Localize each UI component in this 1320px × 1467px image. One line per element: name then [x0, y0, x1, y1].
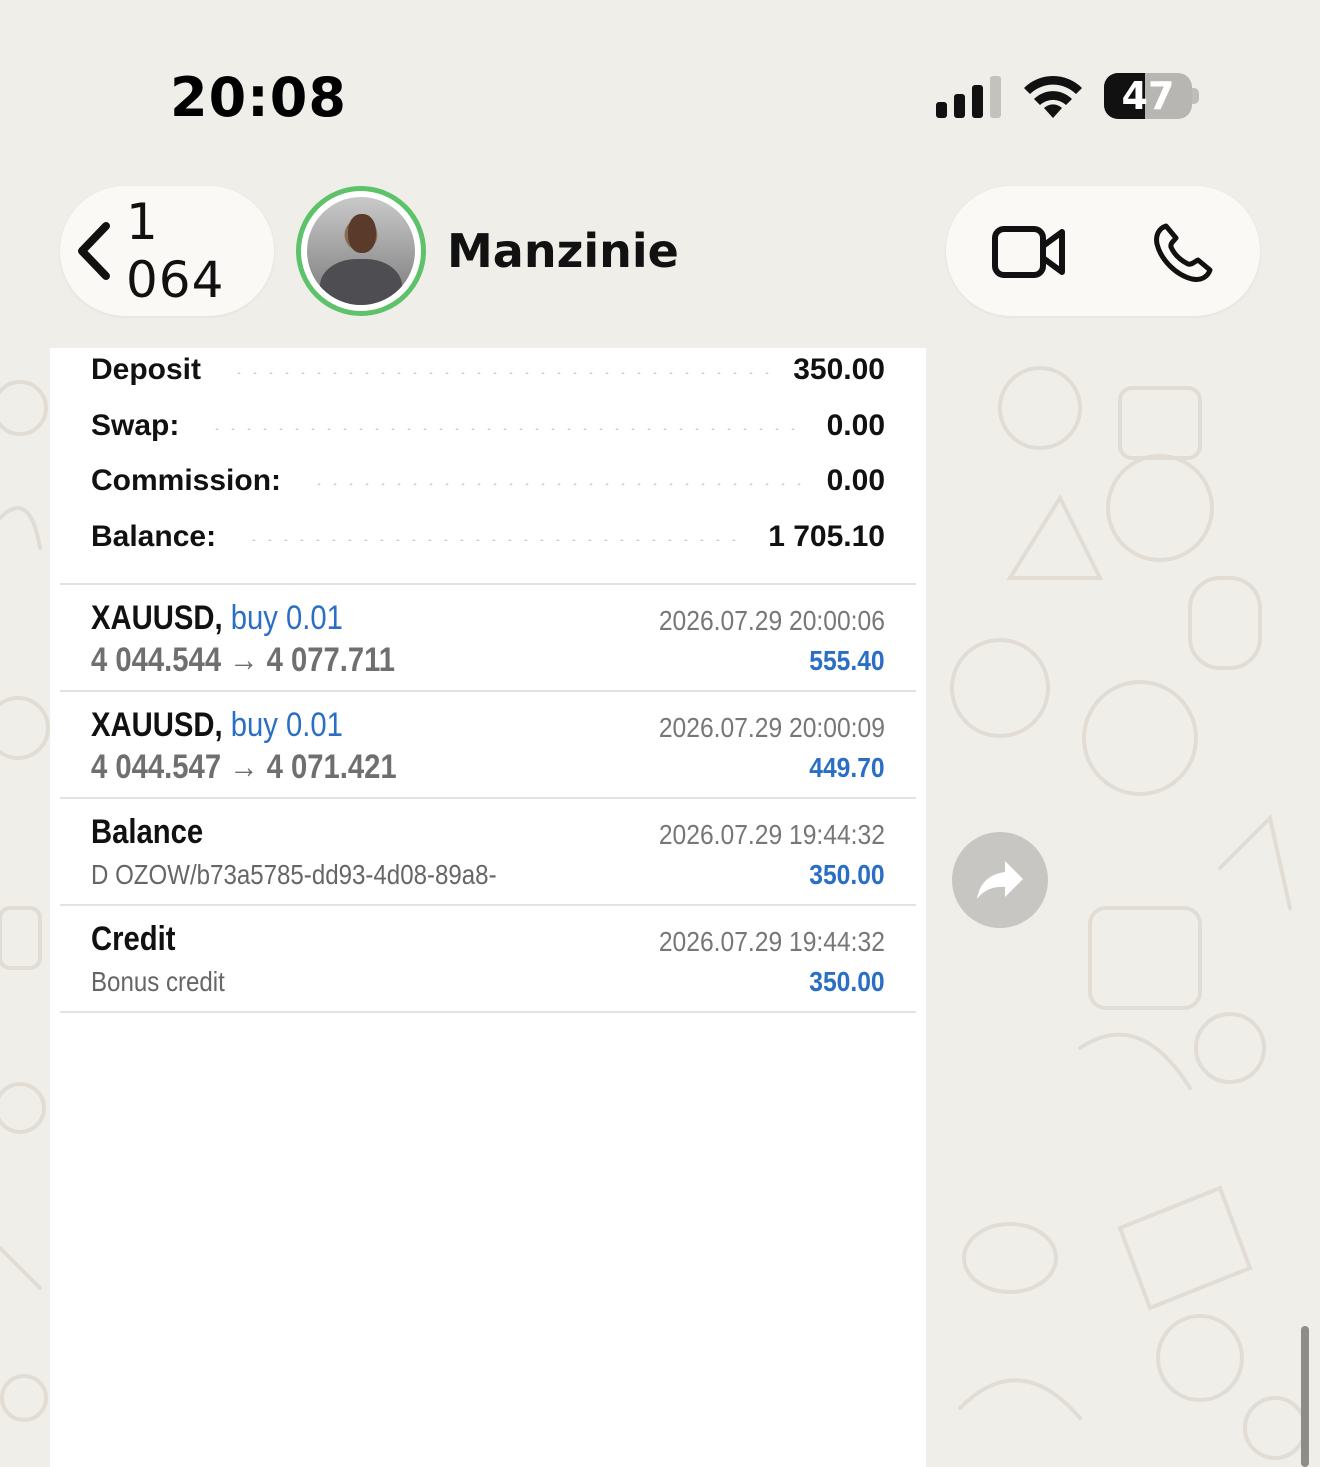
divider	[60, 1011, 916, 1013]
deal-prices: 4 044.547 → 4 071.421	[91, 748, 397, 786]
cellular-signal-icon	[936, 76, 1001, 118]
summary-value: 350.00	[793, 353, 885, 386]
back-button[interactable]: 1 064	[60, 186, 274, 316]
forward-arrow-icon	[977, 861, 1023, 899]
battery-cap	[1192, 88, 1199, 104]
call-actions	[946, 186, 1260, 316]
summary-value: 0.00	[826, 464, 885, 497]
summary-value: 1 705.10	[768, 520, 885, 553]
summary-label: Deposit	[91, 353, 202, 386]
image-message[interactable]: Deposit 350.00 Swap: 0.00 Commission: 0.…	[50, 348, 926, 1467]
deal-row: Balance D OZOW/b73a5785-dd93-4d08-89a8- …	[91, 799, 885, 906]
deal-symbol: Credit	[91, 920, 176, 958]
deal-time: 2026.07.29 19:44:32	[658, 926, 885, 957]
deal-row: XAUUSD, buy 0.01 4 044.544 → 4 077.711 2…	[91, 585, 885, 692]
deal-row: Credit Bonus credit 2026.07.29 19:44:32 …	[91, 906, 885, 1013]
deal-symbol: XAUUSD,	[91, 599, 223, 637]
deal-row: XAUUSD, buy 0.01 4 044.547 → 4 071.421 2…	[91, 692, 885, 799]
summary-label: Balance:	[91, 520, 217, 553]
deal-side: buy 0.01	[230, 706, 343, 744]
deal-time: 2026.07.29 20:00:09	[658, 712, 885, 743]
summary-row-balance: Balance: 1 705.10	[91, 517, 885, 557]
summary-label: Swap:	[91, 409, 180, 442]
phone-icon[interactable]	[1152, 222, 1214, 282]
summary-value: 0.00	[826, 409, 885, 442]
deal-profit: 555.40	[809, 645, 885, 676]
deal-profit: 350.00	[809, 859, 885, 890]
contact-name[interactable]: Manzinie	[447, 224, 679, 278]
chevron-left-icon	[77, 222, 110, 280]
deal-time: 2026.07.29 20:00:06	[658, 605, 885, 636]
summary-label: Commission:	[91, 464, 282, 497]
deal-profit: 350.00	[809, 966, 885, 997]
forward-button[interactable]	[952, 832, 1048, 928]
unread-count: 1 064	[125, 193, 225, 309]
contact-avatar[interactable]	[296, 186, 426, 316]
deal-prices: 4 044.544 → 4 077.711	[91, 641, 396, 679]
status-time: 20:08	[170, 66, 347, 129]
deal-symbol: Balance	[91, 813, 204, 851]
wifi-icon	[1024, 75, 1082, 118]
video-camera-icon[interactable]	[992, 224, 1066, 280]
deal-comment: D OZOW/b73a5785-dd93-4d08-89a8-	[91, 859, 497, 890]
avatar-image	[307, 197, 415, 305]
battery-percentage: 47	[1121, 74, 1175, 118]
scrollbar[interactable]	[1301, 1326, 1309, 1467]
summary-row-deposit: Deposit 350.00	[91, 350, 885, 390]
summary-row-commission: Commission: 0.00	[91, 461, 885, 501]
deal-profit: 449.70	[809, 752, 885, 783]
deal-time: 2026.07.29 19:44:32	[658, 819, 885, 850]
deal-symbol: XAUUSD,	[91, 706, 223, 744]
deal-side: buy 0.01	[230, 599, 343, 637]
battery-icon: 47	[1104, 73, 1192, 119]
summary-row-swap: Swap: 0.00	[91, 406, 885, 446]
deal-comment: Bonus credit	[91, 966, 225, 997]
chat-screen: 20:08 47 1 064 Manzinie Deposit 350.00 S…	[0, 0, 1320, 1467]
